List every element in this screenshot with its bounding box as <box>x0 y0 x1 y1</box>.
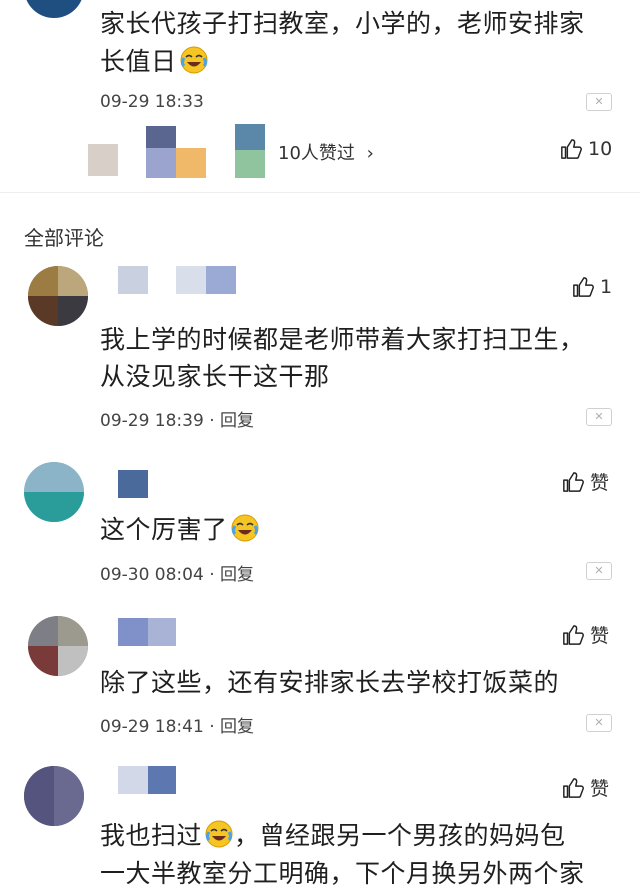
thumbs-up-icon <box>573 277 594 297</box>
comment-text-line1: 我也扫过 <box>100 821 203 850</box>
close-icon[interactable]: ✕ <box>586 93 612 111</box>
dot-separator: · <box>209 717 221 737</box>
liker-avatar[interactable] <box>235 124 265 178</box>
laughing-crying-emoji-icon <box>231 514 259 542</box>
comment-username[interactable] <box>118 766 176 794</box>
close-icon[interactable]: ✕ <box>586 408 612 426</box>
comment-like-label: 赞 <box>590 472 610 494</box>
close-icon[interactable]: ✕ <box>586 562 612 580</box>
comment-avatar[interactable] <box>24 462 84 522</box>
comment-timestamp: 09-30 08:04 <box>100 565 204 585</box>
reply-button[interactable]: 回复 <box>220 717 254 737</box>
section-title: 全部评论 <box>24 226 104 250</box>
comment-text-line1: 除了这些，还有安排家长去学校打饭菜的 <box>100 668 560 697</box>
close-icon[interactable]: ✕ <box>586 714 612 732</box>
comment-like-label: 赞 <box>590 625 610 647</box>
post-like-count: 10 <box>588 138 613 160</box>
likers-text: 10人赞过 <box>278 143 355 164</box>
post-like-button[interactable]: 10 <box>560 138 612 160</box>
comment-like-button[interactable]: 赞 <box>562 774 609 801</box>
post-text-line2-text: 长值日 <box>100 47 177 76</box>
comment-text: 我也扫过 ，曾经跟另一个男孩的妈妈包 <box>100 818 566 854</box>
comment-avatar[interactable] <box>28 266 88 326</box>
comment-avatar[interactable] <box>28 616 88 676</box>
post-text-line1: 家长代孩子打扫教室，小学的，老师安排家 <box>100 9 585 38</box>
laughing-crying-emoji-icon <box>205 820 233 848</box>
liker-avatar[interactable] <box>88 144 118 176</box>
reply-button[interactable]: 回复 <box>220 565 254 585</box>
comment-text-line1-rest: ，曾经跟另一个男孩的妈妈包 <box>234 821 566 850</box>
thumbs-up-icon <box>563 624 584 645</box>
post-author-avatar[interactable] <box>24 0 84 18</box>
comment-like-count: 1 <box>600 276 613 298</box>
comment-meta: 09-30 08:04 · 回复 <box>100 560 254 585</box>
comment-username[interactable] <box>118 266 236 294</box>
comment-like-button[interactable]: 1 <box>572 276 612 298</box>
comment-meta: 09-29 18:39 · 回复 <box>100 406 254 431</box>
likers-link[interactable]: 10人赞过 › <box>278 139 374 165</box>
dot-separator: · <box>209 565 221 585</box>
comment-like-button[interactable]: 赞 <box>562 468 609 495</box>
post-text-line2: 长值日 <box>100 44 209 80</box>
chevron-right-icon: › <box>366 143 374 164</box>
thumbs-up-icon <box>563 471 584 492</box>
comment-text-line2: 从没见家长干这干那 <box>100 362 330 391</box>
comment-username[interactable] <box>118 618 176 646</box>
thumbs-up-icon <box>563 777 584 798</box>
comment-text-line2: 一大半教室分工明确，下个月换另外两个家 <box>100 859 585 888</box>
comment-meta: 09-29 18:41 · 回复 <box>100 712 254 737</box>
laughing-crying-emoji-icon <box>180 46 208 74</box>
comment-text-line1: 我上学的时候都是老师带着大家打扫卫生， <box>100 325 585 354</box>
comment-like-label: 赞 <box>590 778 610 800</box>
comment-text-line1: 这个厉害了 <box>100 515 228 544</box>
section-divider <box>0 192 640 193</box>
comment-text: 这个厉害了 <box>100 512 260 548</box>
thumbs-up-icon <box>561 139 582 159</box>
comment-username[interactable] <box>118 470 148 498</box>
comment-avatar[interactable] <box>24 766 84 826</box>
comment-timestamp: 09-29 18:39 <box>100 411 204 431</box>
liker-avatar[interactable] <box>146 126 206 178</box>
comment-like-button[interactable]: 赞 <box>562 621 609 648</box>
comment-timestamp: 09-29 18:41 <box>100 717 204 737</box>
post-timestamp: 09-29 18:33 <box>100 92 204 112</box>
dot-separator: · <box>209 411 221 431</box>
reply-button[interactable]: 回复 <box>220 411 254 431</box>
